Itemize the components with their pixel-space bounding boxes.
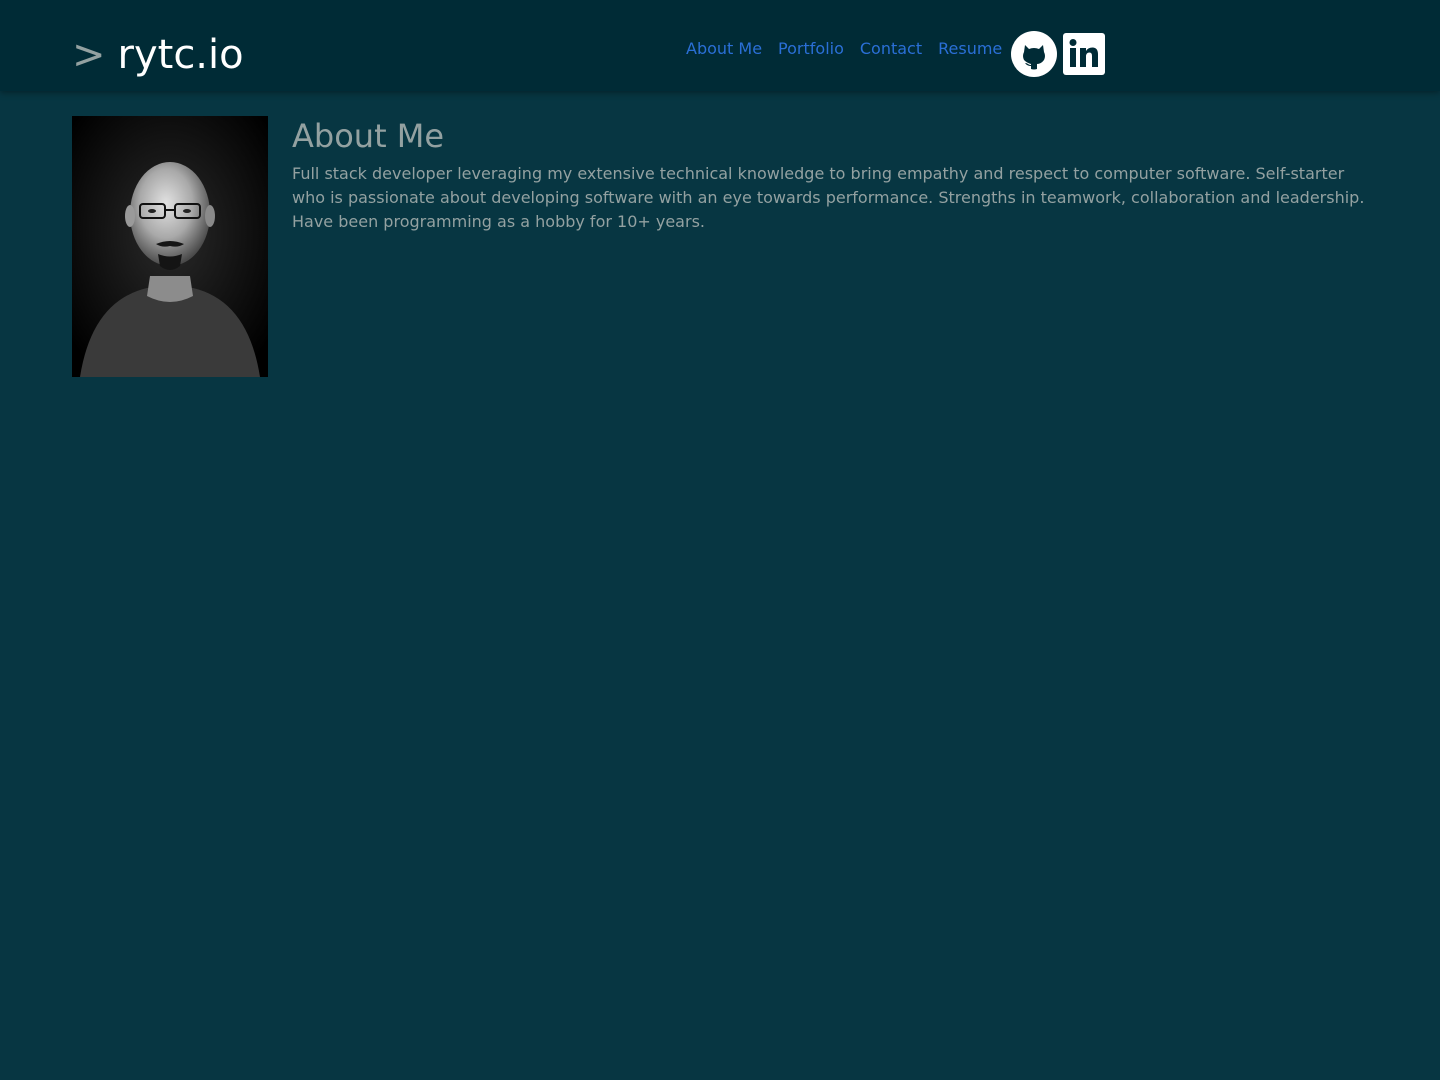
linkedin-icon[interactable] [1063,33,1106,75]
social-links [1011,31,1106,77]
nav-link-resume[interactable]: Resume [938,30,1002,68]
about-title: About Me [292,117,445,155]
main-nav: About Me Portfolio Contact Resume [686,30,1106,78]
github-icon[interactable] [1011,31,1058,77]
nav-link-portfolio[interactable]: Portfolio [778,30,844,68]
profile-photo [72,116,268,377]
site-brand-link[interactable]: > rytc.io [72,30,244,80]
prompt-symbol: > [72,32,106,78]
nav-link-contact[interactable]: Contact [860,30,922,68]
about-description: Full stack developer leveraging my exten… [292,164,1365,231]
top-navbar: > rytc.io About Me Portfolio Contact Resu… [0,0,1440,91]
nav-link-about-me[interactable]: About Me [686,30,762,68]
about-section: About Me Full stack developer leveraging… [292,116,1372,234]
site-brand-text: rytc.io [117,32,244,78]
